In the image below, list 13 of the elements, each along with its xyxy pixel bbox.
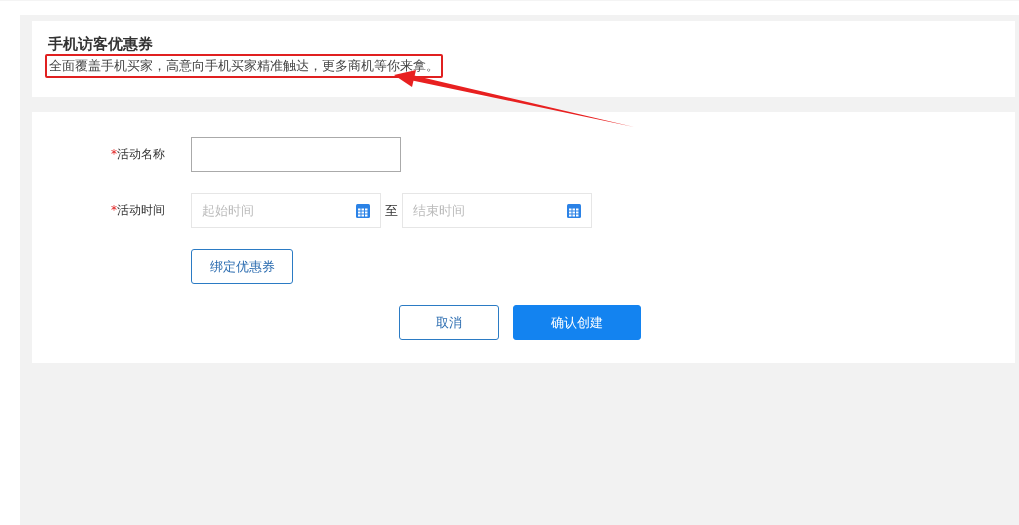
field-label: *活动时间 xyxy=(110,202,166,219)
page-title: 手机访客优惠券 xyxy=(48,34,154,54)
start-date-field[interactable]: 起始时间 xyxy=(191,193,381,228)
end-date-field[interactable]: 结束时间 xyxy=(402,193,592,228)
bind-coupon-button[interactable]: 绑定优惠券 xyxy=(191,249,293,284)
page-subtitle: 全面覆盖手机买家，高意向手机买家精准触达，更多商机等你来拿。 xyxy=(45,54,443,78)
range-separator: 至 xyxy=(385,201,398,220)
name-input[interactable] xyxy=(191,137,401,172)
calendar-icon[interactable] xyxy=(567,203,581,218)
field-label: *活动名称 xyxy=(110,146,166,163)
cancel-button[interactable]: 取消 xyxy=(398,305,499,340)
calendar-icon[interactable] xyxy=(356,203,370,218)
confirm-button[interactable]: 确认创建 xyxy=(512,305,641,340)
